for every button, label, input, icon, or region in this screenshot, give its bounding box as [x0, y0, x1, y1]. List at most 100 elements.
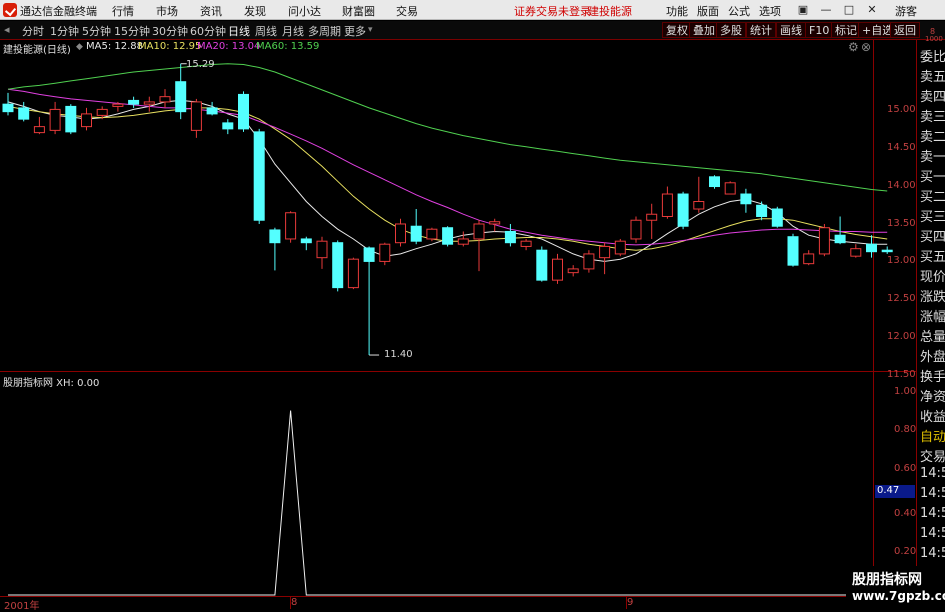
sidebar-label-8: 买三: [920, 210, 945, 225]
y-tick-1200: 12.00: [887, 331, 916, 342]
candle-body: [536, 249, 548, 281]
sidebar-label-7: 买二: [920, 190, 945, 205]
candle-body: [520, 240, 532, 247]
candle-body: [18, 107, 30, 120]
candle-body: [473, 223, 485, 240]
sidebar-label-4: 卖二: [920, 130, 945, 145]
candle-body: [457, 238, 469, 245]
candle-body: [363, 247, 375, 262]
candle-body: [300, 238, 312, 244]
ind-tick-020: 0.20: [894, 546, 917, 557]
candle-body: [818, 227, 830, 255]
candle-body: [661, 193, 673, 217]
y-tick-1150: 11.50: [887, 369, 916, 380]
ind-tick-080: 0.80: [894, 424, 917, 435]
kline-chart[interactable]: [0, 0, 945, 609]
sidebar-mini-bottom: 1000: [925, 35, 943, 43]
sidebar-label-16: 换手: [920, 370, 945, 385]
candle-body: [489, 221, 501, 225]
sidebar-label-19: 自动: [920, 430, 945, 445]
candle-body: [771, 208, 783, 227]
candle-body: [222, 122, 234, 130]
candle-body: [238, 93, 249, 130]
sidebar-label-2: 卖四: [920, 90, 945, 105]
ind-tick-040: 0.40: [894, 508, 917, 519]
candle-body: [379, 243, 391, 262]
candle-body: [693, 201, 705, 210]
candle-body: [442, 227, 454, 245]
candle-body: [866, 243, 877, 253]
x-tick-mark-sep: [626, 597, 627, 609]
watermark: 股朋指标网 www.7gpzb.com: [846, 566, 945, 609]
candle-body: [190, 101, 202, 131]
high-mark-label: 15.29: [186, 59, 215, 70]
candle-body: [630, 219, 642, 240]
cursor-value-badge: 0.47: [875, 485, 915, 498]
sidebar-label-5: 卖一: [920, 150, 945, 165]
candle-body: [316, 240, 328, 259]
x-tick-year: 2001年: [4, 601, 40, 612]
candle-body: [803, 253, 815, 265]
sidebar-label-25: 14:56: [920, 546, 945, 561]
app-window: 通达信金融终端 行情 市场 资讯 发现 问小达 财富圈 交易 证券交易未登录 建…: [0, 0, 945, 612]
sidebar-label-17: 净资: [920, 390, 945, 405]
candle-body: [567, 268, 579, 274]
candle-body: [285, 212, 297, 240]
indicator-xh-line: [8, 410, 888, 596]
candle-body: [740, 193, 752, 205]
candle-body: [552, 258, 563, 281]
sidebar-label-3: 卖三: [920, 110, 945, 125]
candle-body: [724, 182, 736, 195]
candle-body: [65, 105, 77, 133]
sidebar-label-18: 收益: [920, 410, 945, 425]
candle-body: [583, 253, 595, 270]
candle-body: [709, 176, 720, 188]
y-tick-1450: 14.50: [887, 142, 916, 153]
candle-body: [175, 81, 187, 113]
sidebar-label-21: 14:56: [920, 466, 945, 481]
candle-body: [646, 213, 658, 221]
candle-body: [410, 225, 422, 242]
candle-body: [143, 101, 155, 105]
sidebar-label-15: 外盘: [920, 350, 945, 365]
sidebar-label-1: 卖五: [920, 70, 945, 85]
candle-body: [128, 99, 140, 105]
candle-body: [347, 258, 359, 289]
sidebar-label-12: 涨跌: [920, 290, 945, 305]
y-tick-1350: 13.50: [887, 218, 916, 229]
candle-body: [112, 103, 124, 107]
candle-body: [49, 108, 61, 131]
sidebar-label-10: 买五: [920, 250, 945, 265]
x-tick-mark-aug: [290, 597, 291, 609]
sidebar-label-23: 14:56: [920, 506, 945, 521]
ma-line-ma20: [7, 88, 888, 246]
sidebar-label-13: 涨幅: [920, 310, 945, 325]
ind-tick-060: 0.60: [894, 463, 917, 474]
candle-body: [881, 249, 893, 253]
watermark-line2: www.7gpzb.com: [852, 589, 945, 603]
sidebar-label-9: 买四: [920, 230, 945, 245]
ma-line-ma60: [7, 63, 888, 192]
sidebar-label-20: 交易: [920, 450, 945, 465]
x-tick-aug: 8: [291, 597, 298, 608]
sidebar-label-0: 委比: [920, 50, 945, 65]
candle-body: [206, 107, 218, 115]
sidebar-label-6: 买一: [920, 170, 945, 185]
candle-body: [599, 245, 611, 259]
y-tick-1400: 14.00: [887, 180, 916, 191]
sidebar-label-22: 14:56: [920, 486, 945, 501]
candle-body: [834, 234, 846, 244]
sidebar-label-11: 现价: [920, 270, 945, 285]
candle-body: [426, 228, 438, 240]
candle-body: [96, 108, 108, 116]
y-tick-1250: 12.50: [887, 293, 916, 304]
candle-body: [787, 236, 799, 266]
candle-body: [756, 204, 768, 217]
candle-body: [395, 223, 406, 244]
sidebar-label-24: 14:56: [920, 526, 945, 541]
candle-body: [850, 248, 862, 257]
candle-body: [504, 230, 516, 244]
candle-body: [269, 229, 281, 244]
candle-body: [159, 96, 171, 103]
candle-body: [332, 242, 344, 289]
